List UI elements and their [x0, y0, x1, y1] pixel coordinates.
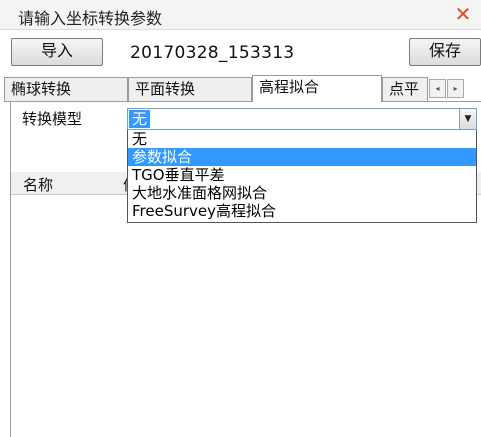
close-icon[interactable]: ✕: [451, 2, 475, 26]
chevron-left-icon[interactable]: ◂: [429, 79, 446, 98]
option-tgo-vertical-adjust[interactable]: TGO垂直平差: [128, 166, 476, 184]
option-geoid-grid-fitting[interactable]: 大地水准面格网拟合: [128, 184, 476, 202]
tab-height-fitting[interactable]: 高程拟合: [252, 75, 382, 102]
option-freesurvey-fitting[interactable]: FreeSurvey高程拟合: [128, 202, 476, 220]
save-button[interactable]: 保存: [409, 38, 481, 66]
tab-plane-transform[interactable]: 平面转换: [128, 77, 252, 101]
chevron-down-icon[interactable]: ▼: [459, 109, 476, 129]
window-title: 请输入坐标转换参数: [18, 9, 163, 28]
parameter-grid: [11, 196, 481, 437]
tab-ellipsoid-transform[interactable]: 椭球转换: [4, 77, 128, 101]
chevron-right-icon[interactable]: ▸: [447, 79, 464, 98]
tab-point-correction[interactable]: 点平: [382, 77, 428, 101]
transform-model-label: 转换模型: [22, 110, 83, 128]
option-none[interactable]: 无: [128, 130, 476, 148]
column-header-name: 名称: [23, 176, 54, 194]
tab-strip: 椭球转换 平面转换 高程拟合 点平 ◂ ▸: [0, 75, 481, 102]
select-current-value: 无: [129, 110, 151, 128]
parameter-name-field[interactable]: 20170328_153313: [130, 40, 395, 66]
transform-model-dropdown: 无 参数拟合 TGO垂直平差 大地水准面格网拟合 FreeSurvey高程拟合: [127, 130, 477, 223]
option-parameter-fitting[interactable]: 参数拟合: [128, 148, 476, 166]
import-button[interactable]: 导入: [11, 38, 103, 66]
title-bar: 请输入坐标转换参数 ✕: [0, 0, 481, 30]
transform-model-select[interactable]: 无 ▼: [127, 108, 477, 130]
